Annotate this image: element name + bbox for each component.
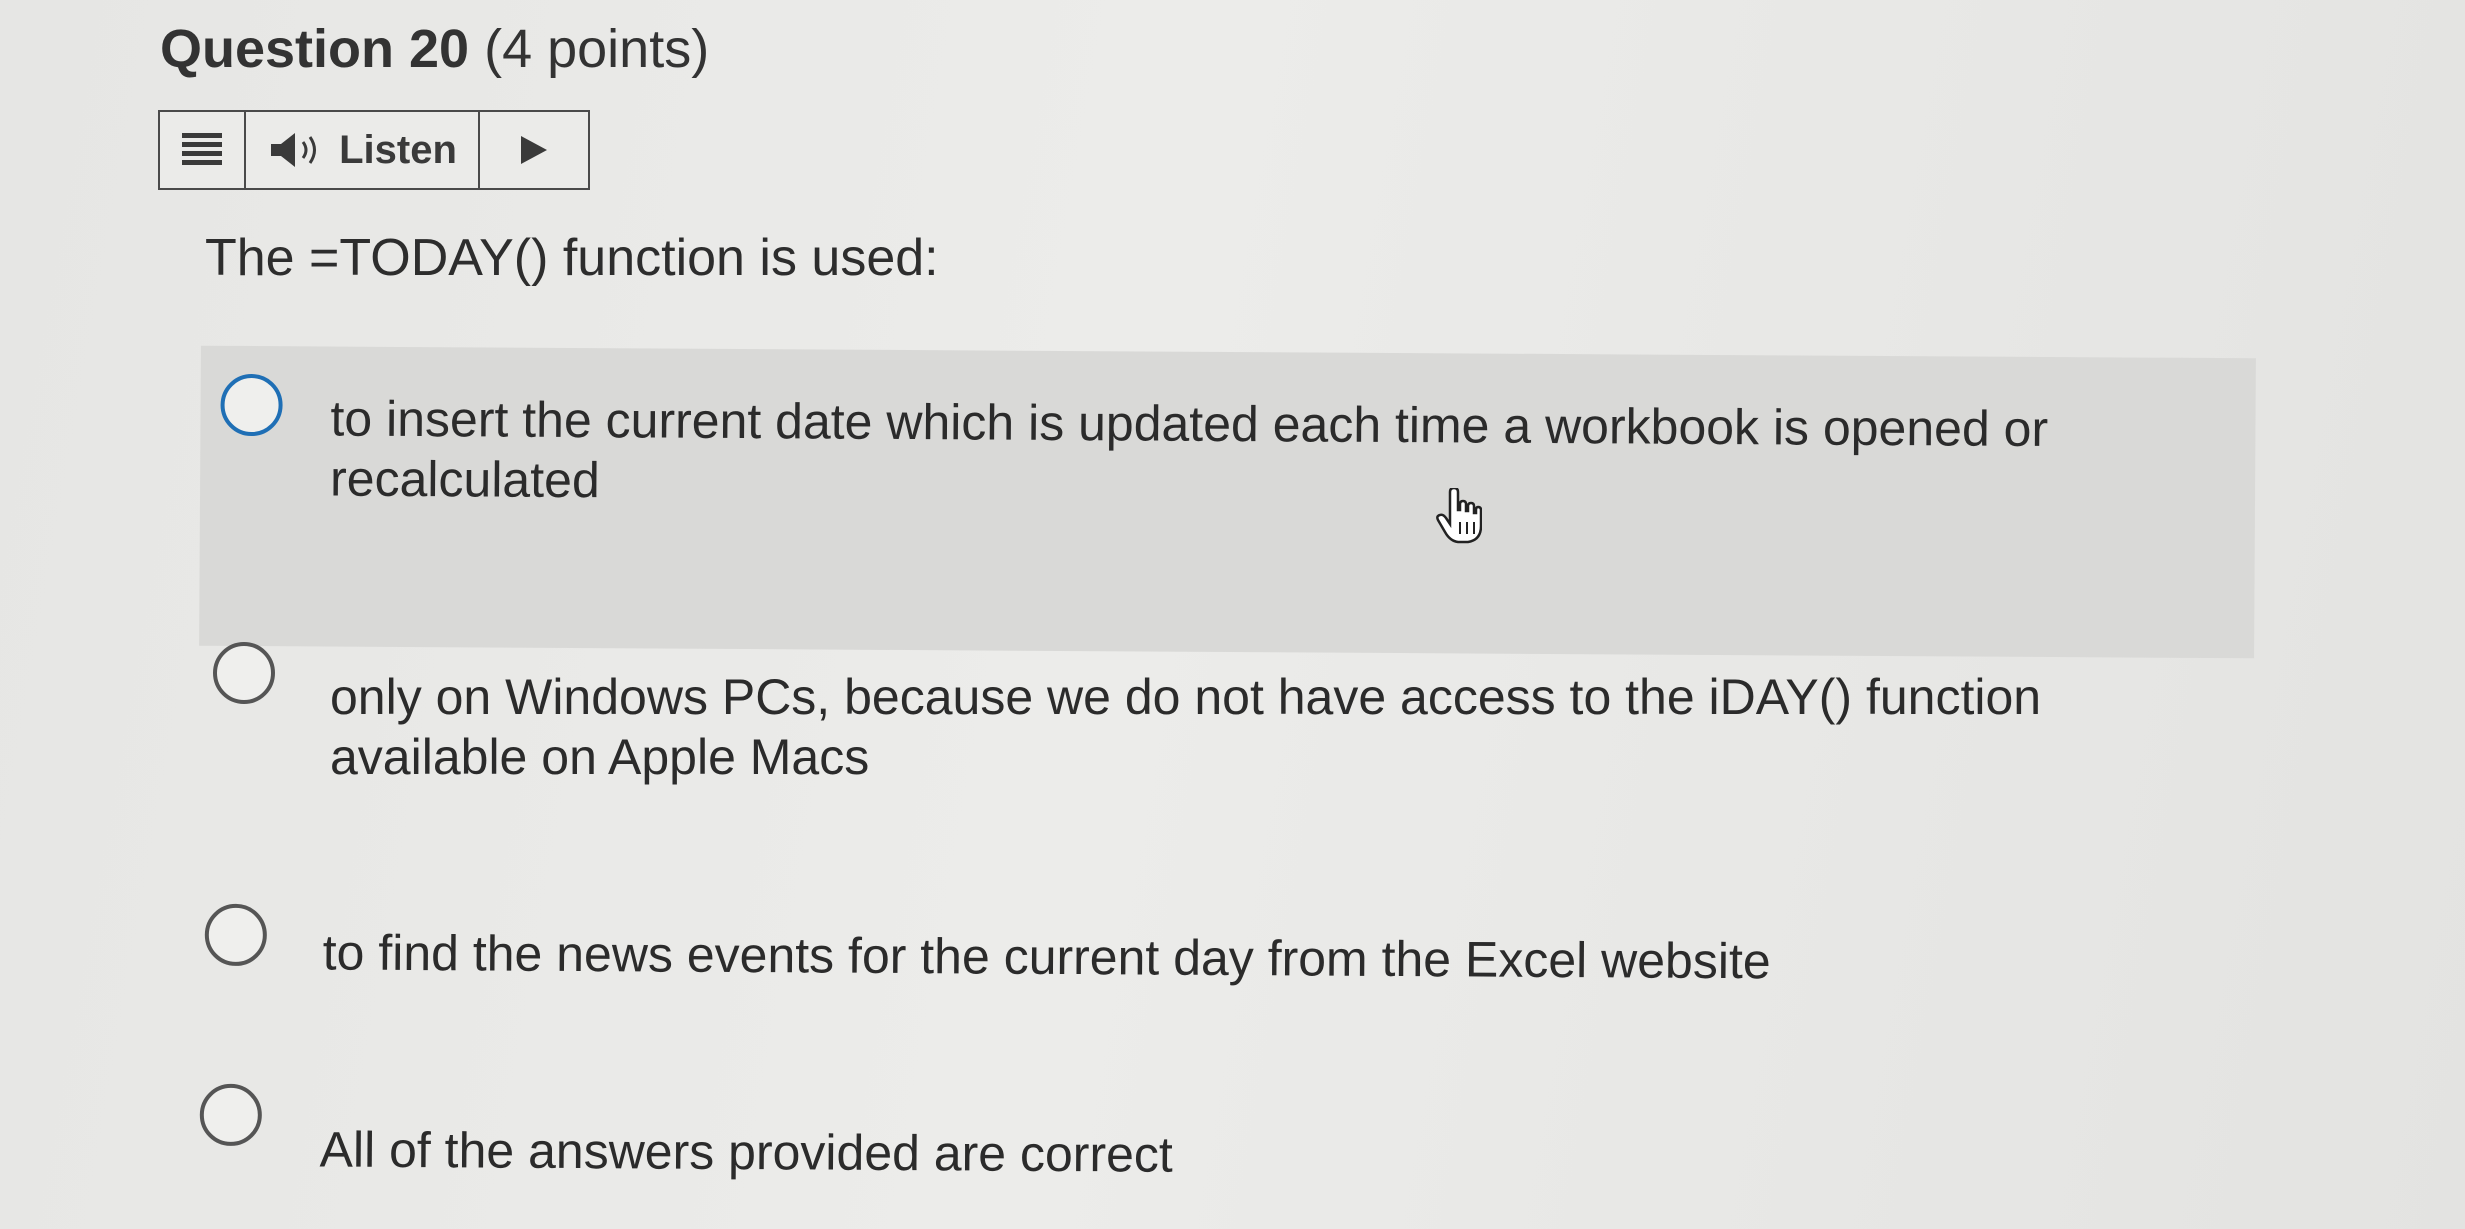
hand-pointer-cursor-icon bbox=[1436, 488, 1482, 544]
answer-option-label: only on Windows PCs, because we do not h… bbox=[330, 669, 2042, 785]
play-triangle-icon bbox=[521, 136, 547, 164]
question-title: Question 20 (4 points) bbox=[160, 18, 709, 80]
radio-button[interactable] bbox=[220, 373, 283, 437]
listen-button[interactable]: Listen bbox=[246, 112, 480, 188]
listen-toolbar: Listen bbox=[158, 110, 590, 190]
play-button[interactable] bbox=[480, 112, 588, 188]
answer-option-3[interactable]: to find the news events for the current … bbox=[204, 903, 2255, 989]
question-points: (4 points) bbox=[484, 19, 710, 79]
speaker-icon bbox=[271, 133, 317, 167]
menu-lines-icon bbox=[182, 133, 222, 165]
question-number: Question 20 bbox=[160, 19, 470, 79]
answer-option-1[interactable]: to insert the current date which is upda… bbox=[199, 345, 2256, 659]
radio-button[interactable] bbox=[213, 642, 275, 704]
listen-label: Listen bbox=[339, 127, 457, 172]
radio-button[interactable] bbox=[204, 903, 268, 967]
answer-option-label: to insert the current date which is upda… bbox=[329, 390, 2049, 509]
question-prompt: The =TODAY() function is used: bbox=[205, 229, 939, 287]
answer-option-4[interactable]: All of the answers provided are correct bbox=[199, 1083, 2250, 1183]
radio-button[interactable] bbox=[199, 1083, 263, 1147]
answer-option-label: to find the news events for the current … bbox=[322, 924, 1771, 990]
listen-menu-button[interactable] bbox=[160, 112, 246, 188]
answer-option-label: All of the answers provided are correct bbox=[319, 1121, 1173, 1183]
